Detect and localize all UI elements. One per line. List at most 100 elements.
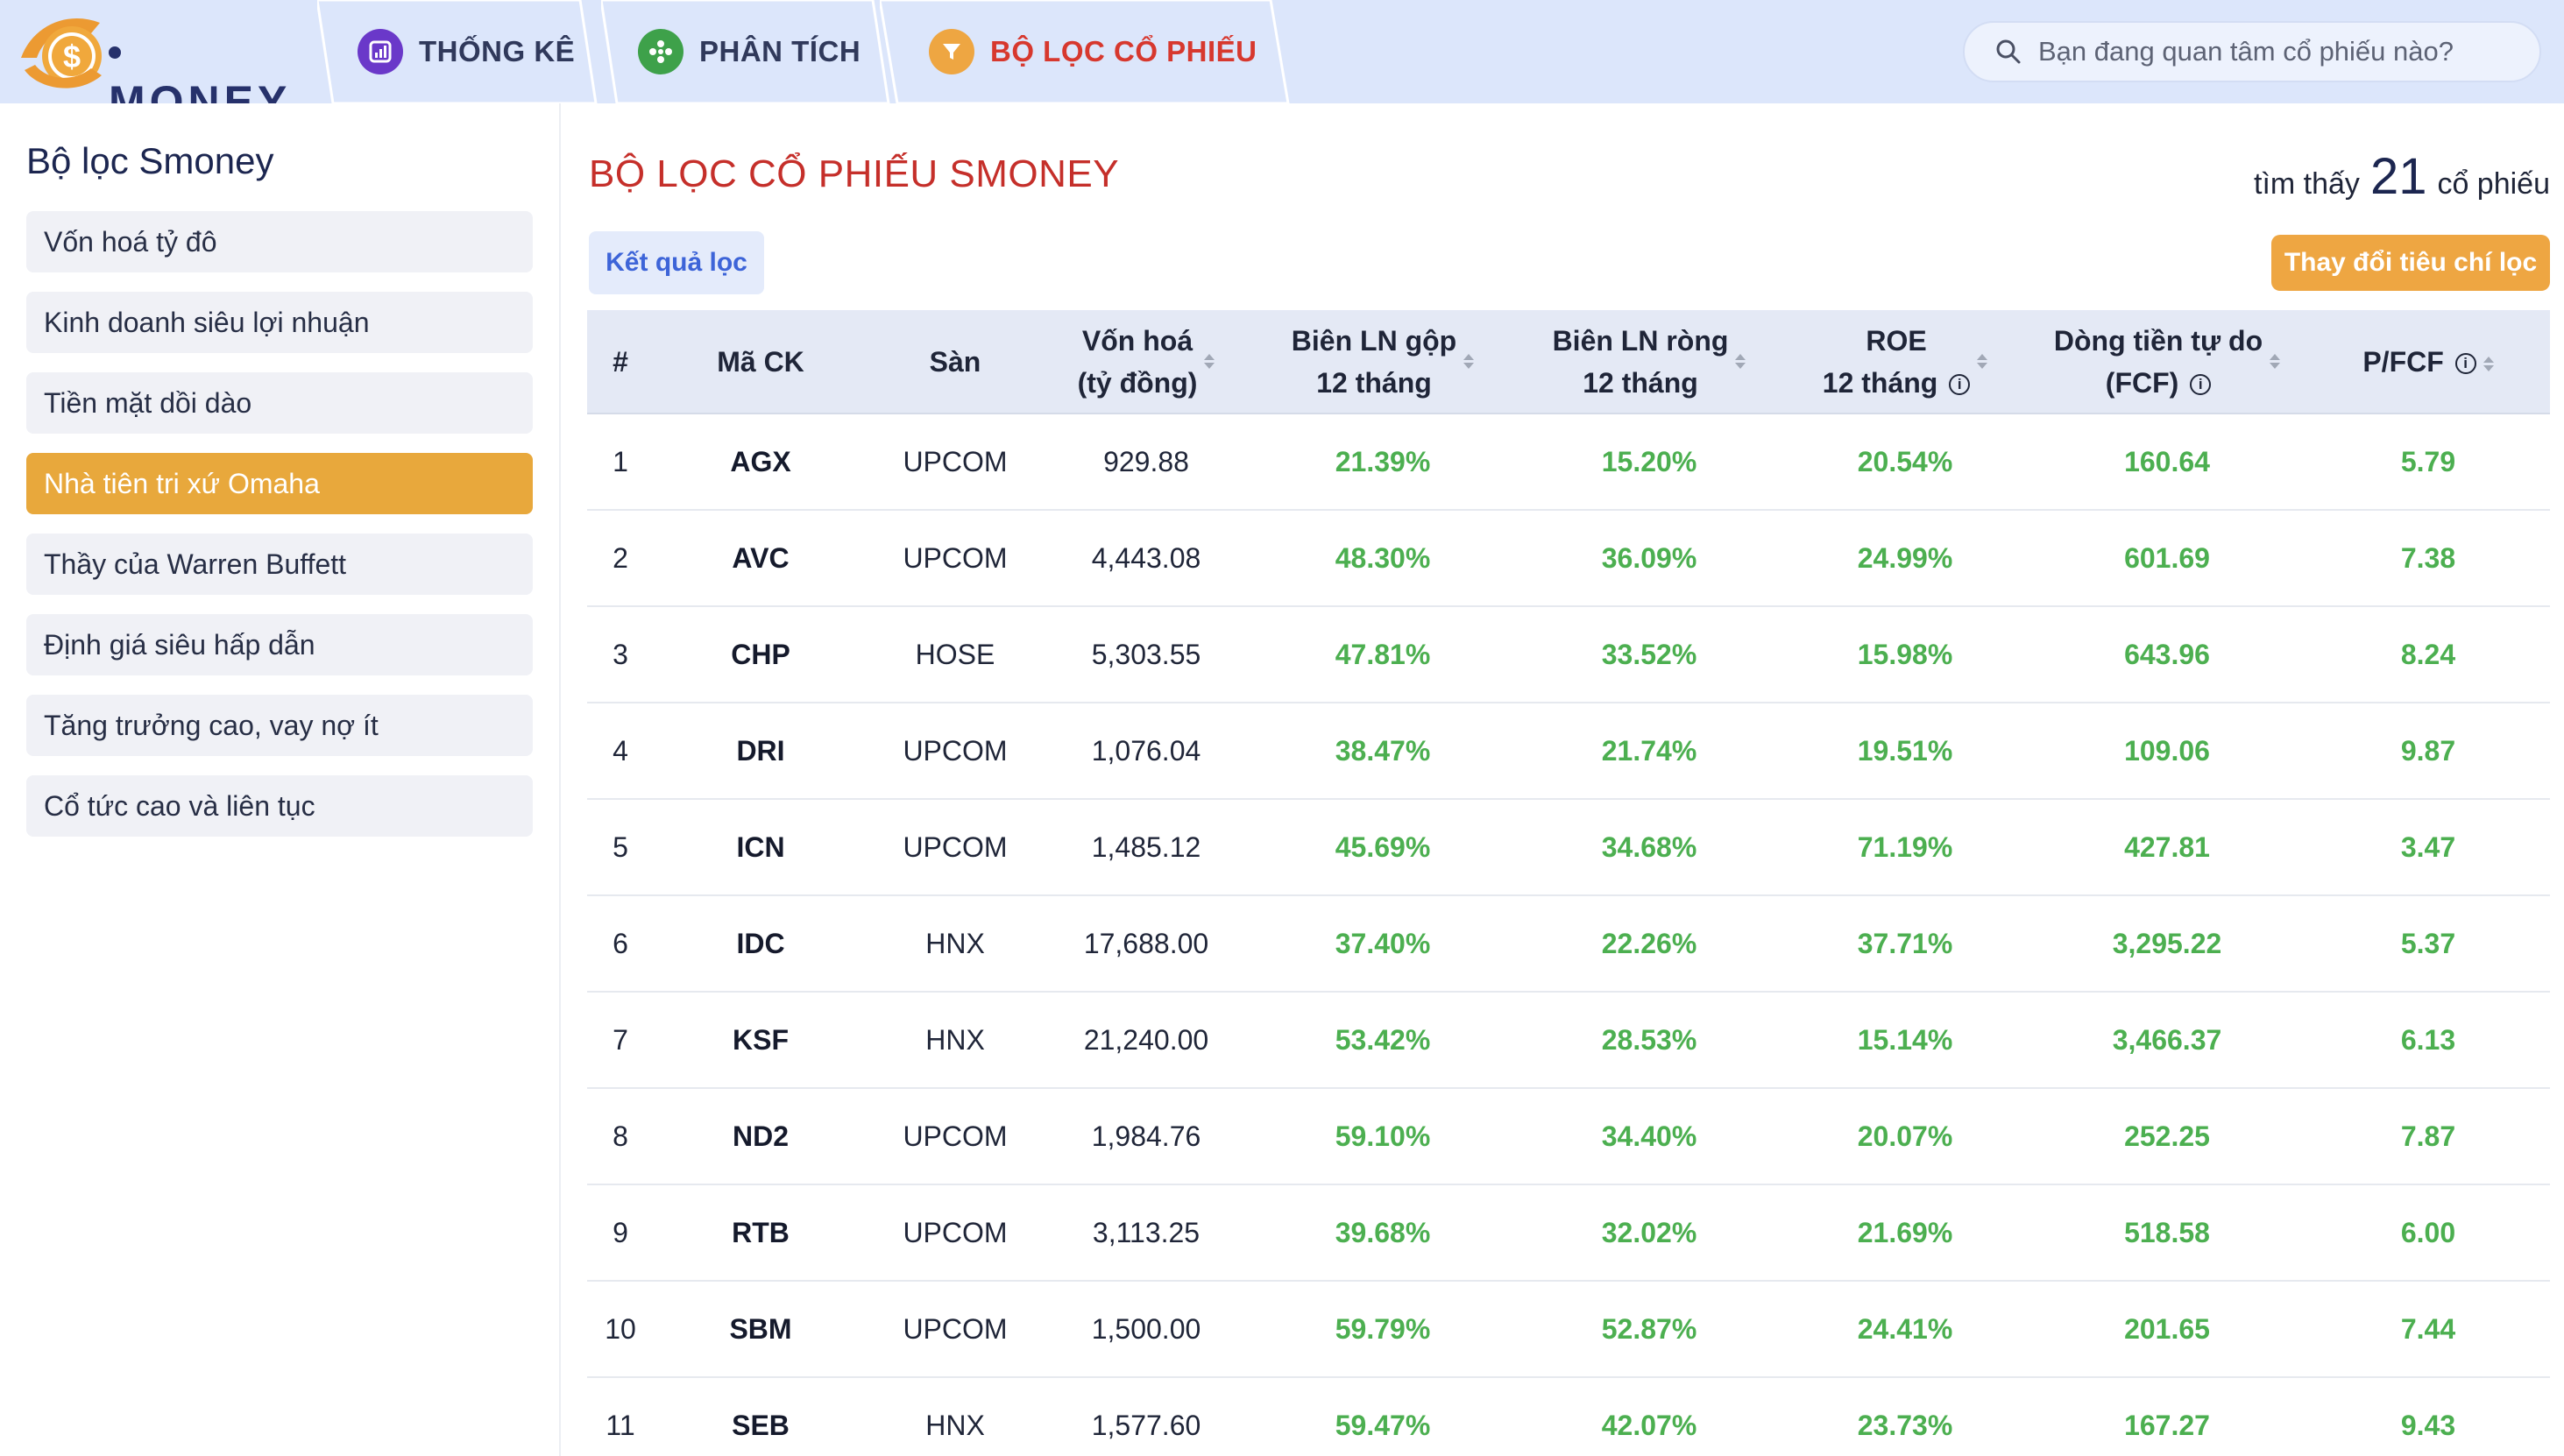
cell-index: 6 — [613, 927, 628, 959]
table-row[interactable]: 6 IDC HNX 17,688.00 37.40% 22.26% 37.71% 3,295.… — [587, 895, 2550, 992]
cell-symbol[interactable]: CHP — [654, 606, 868, 703]
sort-icon[interactable] — [1977, 354, 1988, 369]
col-header-net-margin[interactable]: Biên LN ròng 12 tháng — [1516, 310, 1782, 414]
cell-index: 2 — [613, 541, 628, 574]
cell-pfcf: 9.43 — [2400, 1409, 2456, 1441]
cell-market-cap: 1,500.00 — [1091, 1312, 1201, 1345]
search-icon — [1996, 39, 2021, 64]
cell-symbol[interactable]: RTB — [654, 1184, 868, 1281]
cell-market-cap: 929.88 — [1103, 445, 1189, 477]
table-row[interactable]: 4 DRI UPCOM 1,076.04 38.47% 21.74% 19.51% 109.0… — [587, 703, 2550, 799]
col-header-gross-margin[interactable]: Biên LN gộp 12 tháng — [1250, 310, 1516, 414]
table-header-row: # Mã CK Sàn Vốn hoá (tỷ đồng) Biên LN gộp… — [587, 310, 2550, 414]
cell-net-margin: 42.07% — [1601, 1409, 1697, 1441]
cell-pfcf: 6.00 — [2400, 1216, 2456, 1248]
sidebar-item-co-tuc-cao[interactable]: Cổ tức cao và liên tục — [26, 775, 533, 837]
cell-exchange: HOSE — [915, 638, 995, 670]
cell-fcf: 3,466.37 — [2112, 1023, 2222, 1056]
results-table: # Mã CK Sàn Vốn hoá (tỷ đồng) Biên LN gộp… — [587, 310, 2550, 1456]
table-row[interactable]: 10 SBM UPCOM 1,500.00 59.79% 52.87% 24.41% 201.… — [587, 1281, 2550, 1377]
table-row[interactable]: 2 AVC UPCOM 4,443.08 48.30% 36.09% 24.99% 601.6… — [587, 510, 2550, 606]
col-header-exchange: Sàn — [868, 310, 1043, 414]
cell-gross-margin: 37.40% — [1335, 927, 1431, 959]
cell-market-cap: 21,240.00 — [1083, 1023, 1209, 1056]
cell-symbol[interactable]: AGX — [654, 413, 868, 510]
cell-symbol[interactable]: DRI — [654, 703, 868, 799]
sidebar: Bộ lọc Smoney Vốn hoá tỷ đô Kinh doanh s… — [0, 103, 561, 1456]
col-header-pfcf[interactable]: P/FCF i — [2306, 310, 2550, 414]
cell-net-margin: 21.74% — [1601, 734, 1697, 767]
sidebar-item-tang-truong-cao[interactable]: Tăng trưởng cao, vay nợ ít — [26, 695, 533, 756]
cell-fcf: 518.58 — [2124, 1216, 2210, 1248]
cell-gross-margin: 45.69% — [1335, 830, 1431, 863]
cell-roe: 20.07% — [1857, 1120, 1953, 1152]
sidebar-item-nha-tien-tri-xu-omaha[interactable]: Nhà tiên tri xứ Omaha — [26, 453, 533, 514]
cell-gross-margin: 59.47% — [1335, 1409, 1431, 1441]
col-header-fcf[interactable]: Dòng tiền tự do (FCF) i — [2028, 310, 2306, 414]
search-input[interactable] — [2038, 36, 2529, 67]
sidebar-item-thay-cua-warren-buffett[interactable]: Thầy của Warren Buffett — [26, 534, 533, 595]
table-row[interactable]: 7 KSF HNX 21,240.00 53.42% 28.53% 15.14% 3,466.… — [587, 992, 2550, 1088]
cell-pfcf: 7.38 — [2400, 541, 2456, 574]
sidebar-item-dinh-gia-sieu-hap-dan[interactable]: Định giá siêu hấp dẫn — [26, 614, 533, 675]
sidebar-item-tien-mat-doi-dao[interactable]: Tiền mặt dồi dào — [26, 372, 533, 434]
cell-market-cap: 1,577.60 — [1091, 1409, 1201, 1441]
cell-symbol[interactable]: ND2 — [654, 1088, 868, 1184]
logo-dot — [109, 46, 121, 59]
grid-dots-icon — [638, 29, 683, 74]
info-icon[interactable]: i — [1949, 374, 1971, 396]
col-header-market-cap[interactable]: Vốn hoá (tỷ đồng) — [1043, 310, 1250, 414]
cell-index: 11 — [606, 1409, 635, 1441]
cell-gross-margin: 59.10% — [1335, 1120, 1431, 1152]
smoney-logo[interactable]: $ MONEY — [16, 7, 296, 103]
table-row[interactable]: 5 ICN UPCOM 1,485.12 45.69% 34.68% 71.19% 427.8… — [587, 799, 2550, 895]
tab-label: PHÂN TÍCH — [699, 35, 861, 67]
cell-symbol[interactable]: ICN — [654, 799, 868, 895]
cell-index: 9 — [613, 1216, 628, 1248]
table-row[interactable]: 8 ND2 UPCOM 1,984.76 59.10% 34.40% 20.07% 252.2… — [587, 1088, 2550, 1184]
cell-symbol[interactable]: IDC — [654, 895, 868, 992]
cell-roe: 37.71% — [1857, 927, 1953, 959]
cell-pfcf: 7.44 — [2400, 1312, 2456, 1345]
tab-label: THỐNG KÊ — [419, 35, 576, 67]
cell-fcf: 643.96 — [2124, 638, 2210, 670]
cell-pfcf: 6.13 — [2400, 1023, 2456, 1056]
sort-icon[interactable] — [1735, 354, 1746, 369]
cell-index: 7 — [613, 1023, 628, 1056]
cell-symbol[interactable]: KSF — [654, 992, 868, 1088]
table-row[interactable]: 1 AGX UPCOM 929.88 21.39% 15.20% 20.54% 160.64 5… — [587, 413, 2550, 510]
cell-fcf: 601.69 — [2124, 541, 2210, 574]
table-row[interactable]: 9 RTB UPCOM 3,113.25 39.68% 32.02% 21.69% 518.5… — [587, 1184, 2550, 1281]
cell-symbol[interactable]: SBM — [654, 1281, 868, 1377]
cell-fcf: 109.06 — [2124, 734, 2210, 767]
sort-icon[interactable] — [2270, 354, 2281, 369]
sort-icon[interactable] — [1463, 354, 1475, 369]
sort-icon[interactable] — [2483, 356, 2494, 371]
cell-symbol[interactable]: AVC — [654, 510, 868, 606]
cell-fcf: 3,295.22 — [2112, 927, 2222, 959]
cell-exchange: UPCOM — [903, 445, 1008, 477]
tab-thong-ke[interactable]: THỐNG KÊ — [317, 0, 598, 103]
sidebar-item-von-hoa-ty-do[interactable]: Vốn hoá tỷ đô — [26, 211, 533, 272]
tab-phan-tich[interactable]: PHÂN TÍCH — [601, 0, 890, 103]
cell-roe: 15.98% — [1857, 638, 1953, 670]
bar-chart-icon — [358, 29, 403, 74]
tab-ket-qua-loc[interactable]: Kết quả lọc — [589, 231, 764, 294]
col-header-roe[interactable]: ROE 12 tháng i — [1782, 310, 2028, 414]
cell-market-cap: 1,076.04 — [1091, 734, 1201, 767]
result-count: tìm thấy 21 cổ phiếu — [2254, 147, 2550, 206]
info-icon[interactable]: i — [2454, 353, 2476, 375]
search-box[interactable] — [1963, 21, 2541, 82]
table-row[interactable]: 3 CHP HOSE 5,303.55 47.81% 33.52% 15.98% 643.96… — [587, 606, 2550, 703]
cell-net-margin: 28.53% — [1601, 1023, 1697, 1056]
cell-symbol[interactable]: SEB — [654, 1377, 868, 1456]
sidebar-item-label: Vốn hoá tỷ đô — [44, 225, 217, 258]
tab-bo-loc-co-phieu[interactable]: BỘ LỌC CỔ PHIẾU — [880, 0, 1292, 103]
table-row[interactable]: 11 SEB HNX 1,577.60 59.47% 42.07% 23.73% 167.27… — [587, 1377, 2550, 1456]
sidebar-item-kinh-doanh-sieu-loi-nhuan[interactable]: Kinh doanh siêu lợi nhuận — [26, 292, 533, 353]
change-criteria-button[interactable]: Thay đổi tiêu chí lọc — [2271, 235, 2550, 291]
sort-icon[interactable] — [1204, 354, 1215, 369]
cell-index: 5 — [613, 830, 628, 863]
info-icon[interactable]: i — [2190, 374, 2212, 396]
cell-market-cap: 3,113.25 — [1092, 1216, 1201, 1248]
